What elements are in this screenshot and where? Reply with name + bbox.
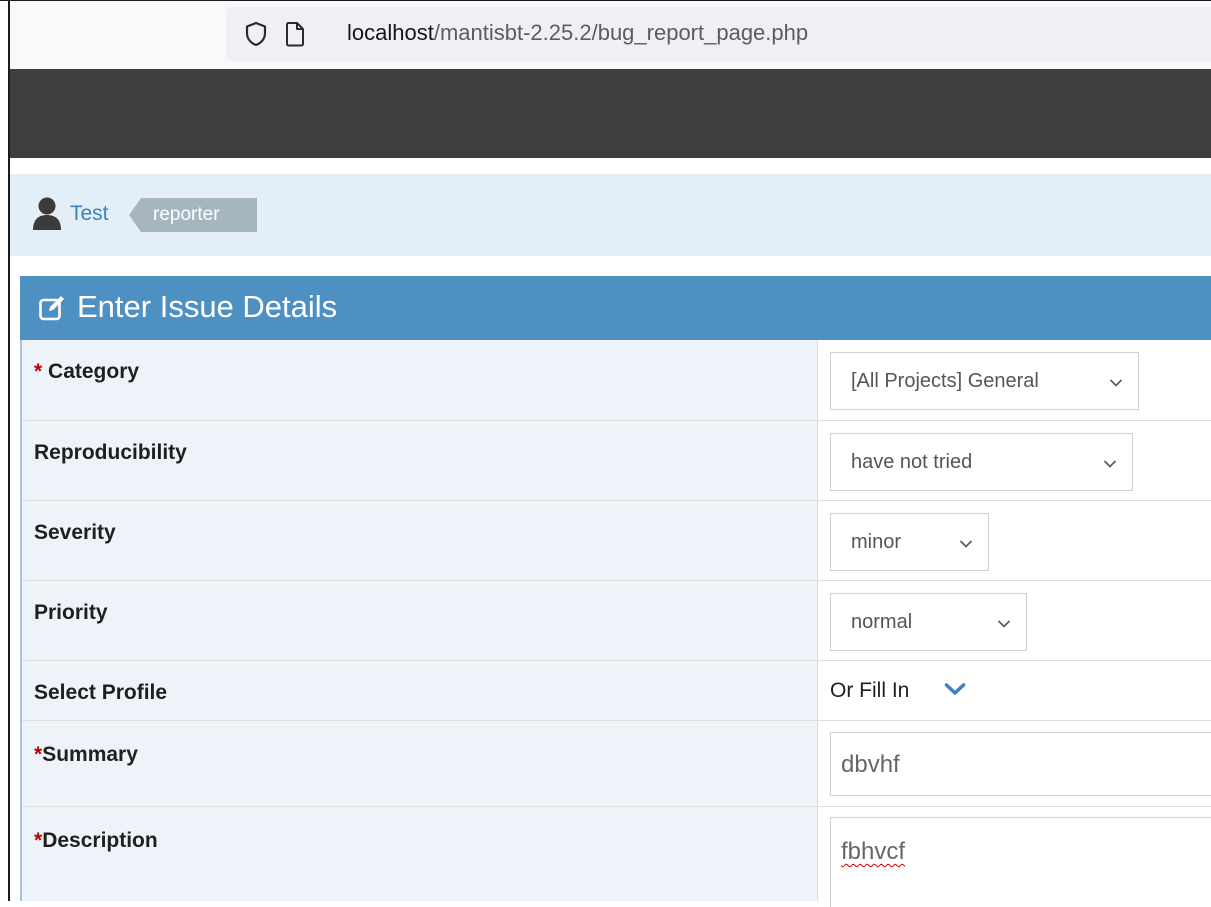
chevron-down-icon xyxy=(1103,456,1117,474)
value-cell: dbvhf xyxy=(818,721,1211,806)
severity-label: Severity xyxy=(34,521,116,544)
form-row-priority: Priority normal xyxy=(22,581,1211,661)
username-link[interactable]: Test xyxy=(70,202,109,226)
priority-selected-value: normal xyxy=(851,611,913,633)
label-cell: Reproducibility xyxy=(22,421,818,500)
chevron-down-icon xyxy=(1109,375,1123,393)
label-cell: Severity xyxy=(22,501,818,580)
category-label: * Category xyxy=(34,360,140,383)
label-cell: Select Profile xyxy=(22,661,818,720)
chevron-down-icon xyxy=(959,536,973,554)
form-row-profile: Select Profile Or Fill In xyxy=(22,661,1211,721)
reproducibility-select[interactable]: have not tried xyxy=(830,433,1133,491)
required-mark: * xyxy=(34,743,43,766)
description-textarea-value: fbhvcf xyxy=(841,838,906,865)
shield-icon[interactable] xyxy=(245,21,267,52)
description-label: *Description xyxy=(34,829,158,852)
summary-label: *Summary xyxy=(34,743,138,766)
required-mark: * xyxy=(34,360,43,383)
summary-input-value: dbvhf xyxy=(841,751,900,778)
category-selected-value: [All Projects] General xyxy=(851,370,1039,392)
reproducibility-label: Reproducibility xyxy=(34,441,187,464)
url-path: /mantisbt-2.25.2/bug_report_page.php xyxy=(433,20,809,45)
reproducibility-selected-value: have not tried xyxy=(851,451,973,473)
form-row-severity: Severity minor xyxy=(22,501,1211,581)
issue-details-widget: Enter Issue Details * Category [All Proj… xyxy=(20,276,1211,907)
value-cell: Or Fill In xyxy=(818,661,1211,720)
form-row-reproducibility: Reproducibility have not tried xyxy=(22,421,1211,501)
chevron-down-icon[interactable] xyxy=(944,682,966,701)
browser-toolbar: localhost/mantisbt-2.25.2/bug_report_pag… xyxy=(10,1,1211,69)
address-bar[interactable]: localhost/mantisbt-2.25.2/bug_report_pag… xyxy=(226,7,1211,61)
severity-selected-value: minor xyxy=(851,531,902,553)
chevron-down-icon xyxy=(997,616,1011,634)
value-cell: fbhvcf xyxy=(818,807,1211,907)
edit-icon xyxy=(38,294,66,327)
description-textarea[interactable]: fbhvcf xyxy=(830,817,1211,907)
user-breadcrumb-bar: Test reporter xyxy=(10,174,1211,256)
user-icon xyxy=(32,196,62,235)
severity-select[interactable]: minor xyxy=(830,513,989,571)
priority-label: Priority xyxy=(34,601,108,624)
or-fill-in-link[interactable]: Or Fill In xyxy=(830,679,909,703)
page-icon[interactable] xyxy=(285,21,305,52)
label-cell: Priority xyxy=(22,581,818,660)
widget-header: Enter Issue Details xyxy=(20,276,1211,340)
label-cell: * Category xyxy=(22,340,818,420)
value-cell: minor xyxy=(818,501,1211,580)
form-row-summary: *Summary dbvhf xyxy=(22,721,1211,807)
label-cell: *Summary xyxy=(22,721,818,806)
select-profile-label: Select Profile xyxy=(34,681,168,704)
issue-form: * Category [All Projects] General Reprod… xyxy=(20,340,1211,907)
url-host: localhost xyxy=(347,20,434,45)
summary-input[interactable]: dbvhf xyxy=(830,732,1211,796)
form-row-category: * Category [All Projects] General xyxy=(22,340,1211,421)
value-cell: normal xyxy=(818,581,1211,660)
priority-select[interactable]: normal xyxy=(830,593,1027,651)
app-navbar xyxy=(10,69,1211,158)
value-cell: [All Projects] General xyxy=(818,340,1211,420)
required-mark: * xyxy=(34,829,43,852)
url-text[interactable]: localhost/mantisbt-2.25.2/bug_report_pag… xyxy=(347,20,808,46)
widget-title: Enter Issue Details xyxy=(77,289,338,324)
form-row-description: *Description fbhvcf xyxy=(22,807,1211,907)
category-select[interactable]: [All Projects] General xyxy=(830,352,1139,410)
role-badge: reporter xyxy=(129,198,257,232)
label-cell: *Description xyxy=(22,807,818,901)
value-cell: have not tried xyxy=(818,421,1211,500)
